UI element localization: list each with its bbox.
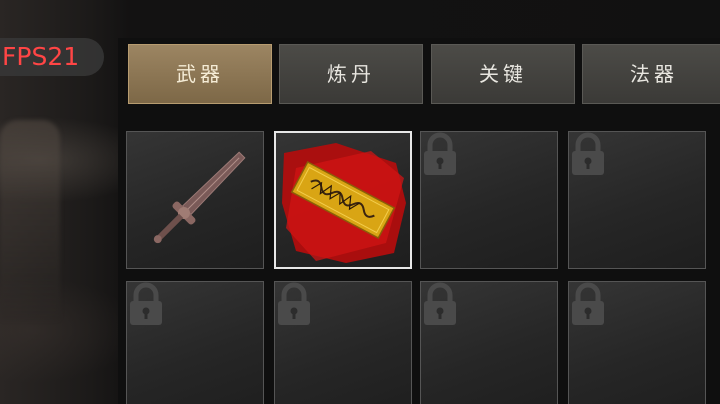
inventory-slot-scroll[interactable] — [274, 131, 412, 269]
game-screen: FPS21 武器 炼丹 关键 法器 — [0, 0, 720, 404]
category-tabs: 武器 炼丹 关键 法器 — [118, 38, 720, 118]
inventory-slot-locked[interactable] — [420, 281, 558, 404]
golden-scroll-icon — [282, 143, 406, 263]
tab-alchemy[interactable]: 炼丹 — [279, 44, 423, 104]
tab-artifacts[interactable]: 法器 — [582, 44, 720, 104]
lock-icon — [130, 282, 162, 325]
inventory-slot-locked[interactable] — [274, 281, 412, 404]
tab-key-items[interactable]: 关键 — [431, 44, 575, 104]
inventory-slot-locked[interactable] — [126, 281, 264, 404]
lock-icon — [572, 132, 604, 175]
lock-icon — [572, 282, 604, 325]
tab-weapons[interactable]: 武器 — [128, 44, 272, 104]
inventory-slot-locked[interactable] — [420, 131, 558, 269]
inventory-slot-locked[interactable] — [568, 281, 706, 404]
background-figure — [0, 120, 60, 320]
inventory-panel: 武器 炼丹 关键 法器 — [118, 38, 720, 404]
lock-icon — [278, 282, 310, 325]
sword-icon — [153, 151, 246, 244]
fps-counter: FPS21 — [0, 38, 104, 76]
inventory-slot-locked[interactable] — [568, 131, 706, 269]
lock-icon — [424, 282, 456, 325]
inventory-slot-sword[interactable] — [126, 131, 264, 269]
lock-icon — [424, 132, 456, 175]
